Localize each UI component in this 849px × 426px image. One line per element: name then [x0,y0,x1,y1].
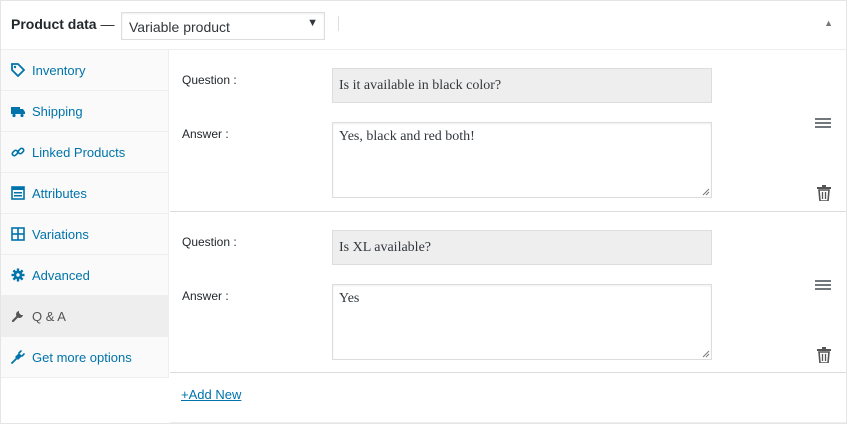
list-icon [11,186,25,200]
tag-icon [11,63,25,77]
grid-icon [11,227,25,241]
drag-handle-icon[interactable] [815,279,831,291]
tab-get-more-options[interactable]: Get more options [1,337,168,378]
drag-handle-icon[interactable] [815,117,831,129]
question-field[interactable]: Is it available in black color? [332,68,712,103]
panel-bottom-divider [170,422,846,423]
answer-textarea[interactable]: Yes, black and red both! [332,122,712,198]
title-dash: — [100,16,115,32]
tab-label: Shipping [32,104,83,119]
answer-label: Answer : [182,289,229,303]
tab-shipping[interactable]: Shipping [1,91,168,132]
resize-handle-icon[interactable] [702,350,710,358]
question-label: Question : [182,235,237,249]
qa-panel: Question : Is it available in black colo… [170,50,846,424]
gear-icon [11,268,25,282]
panel-header: Product data — Variable product ▼ ▲ [1,1,846,50]
resize-handle-icon[interactable] [702,188,710,196]
panel-title: Product data — [11,16,114,32]
product-data-panel: Product data — Variable product ▼ ▲ Inve… [0,0,847,424]
qa-entry: Question : Is it available in black colo… [170,50,846,212]
tab-label: Linked Products [32,145,126,160]
tab-label: Get more options [32,350,132,365]
tab-advanced[interactable]: Advanced [1,255,168,296]
dropdown-arrow-icon: ▼ [307,17,318,29]
plugin-icon [11,350,25,364]
panel-title-text: Product data [11,16,97,32]
tab-label: Q & A [32,309,66,324]
link-icon [11,147,25,157]
truck-icon [11,107,25,118]
trash-icon[interactable] [817,185,831,201]
tab-label: Inventory [32,63,86,78]
tab-label: Variations [32,227,89,242]
qa-entry: Question : Is XL available? Answer : Yes [170,212,846,373]
answer-textarea[interactable]: Yes [332,284,712,360]
collapse-toggle-icon[interactable]: ▲ [824,18,833,28]
tab-linked-products[interactable]: Linked Products [1,132,168,173]
tab-qa[interactable]: Q & A [1,296,168,337]
answer-text: Yes [339,291,360,306]
add-new-link[interactable]: +Add New [181,387,241,402]
tab-variations[interactable]: Variations [1,214,168,255]
trash-icon[interactable] [817,347,831,363]
tab-label: Attributes [32,186,87,201]
answer-text: Yes, black and red both! [339,129,475,144]
product-type-value: Variable product [129,19,230,35]
product-data-tabs: Inventory Shipping Linked Products Attri… [1,50,169,378]
tab-attributes[interactable]: Attributes [1,173,168,214]
tab-label: Advanced [32,268,90,283]
question-field[interactable]: Is XL available? [332,230,712,265]
product-type-select[interactable]: Variable product ▼ [121,12,325,40]
question-label: Question : [182,73,237,87]
answer-label: Answer : [182,127,229,141]
wrench-icon [11,311,23,323]
header-divider [338,16,339,31]
tab-inventory[interactable]: Inventory [1,50,168,91]
